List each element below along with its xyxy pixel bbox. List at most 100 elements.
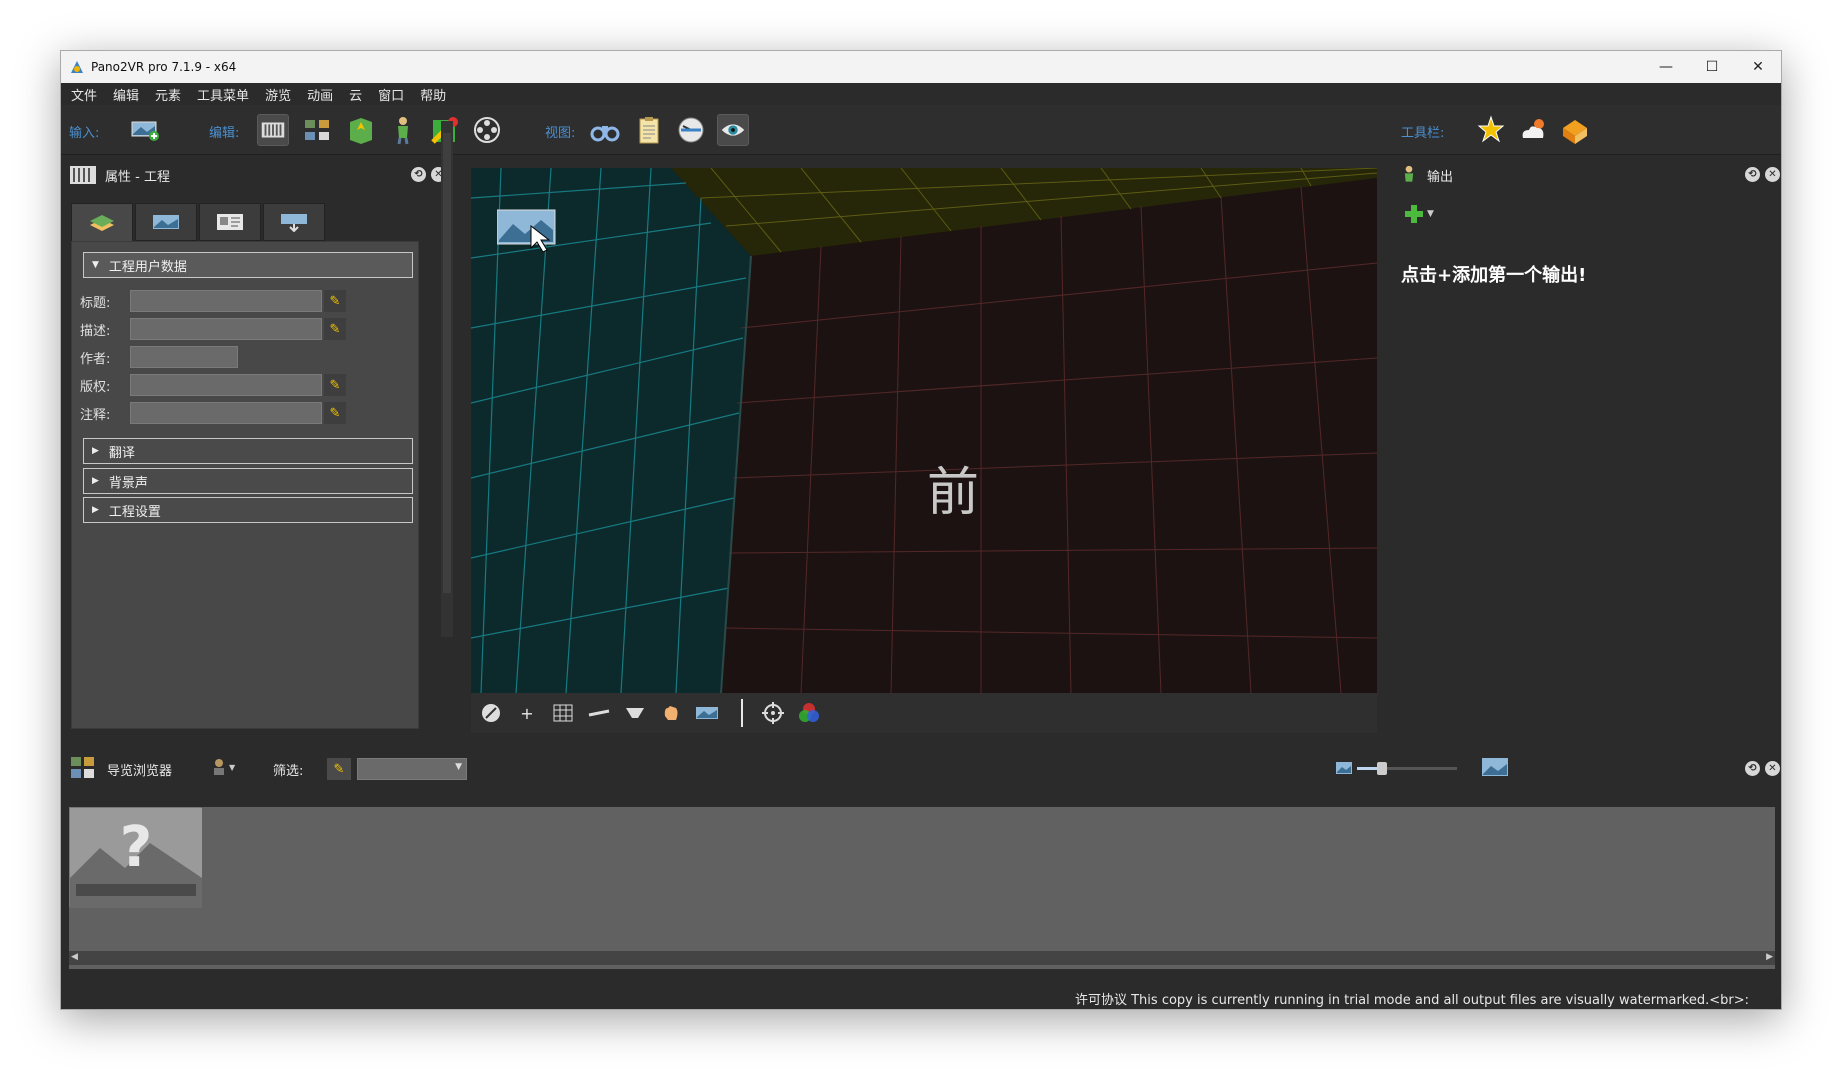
edit-copyright-pencil-icon[interactable]: ✎ bbox=[324, 374, 346, 396]
author-input[interactable] bbox=[130, 346, 238, 368]
section-translation-label: 翻译 bbox=[108, 445, 135, 461]
menu-elements[interactable]: 元素 bbox=[155, 85, 181, 104]
scroll-left-arrow-icon[interactable]: ◀ bbox=[71, 952, 78, 962]
panorama-view-icon[interactable] bbox=[695, 701, 719, 725]
edit-comment-pencil-icon[interactable]: ✎ bbox=[324, 402, 346, 424]
window-title: Pano2VR pro 7.1.9 - x64 bbox=[91, 60, 237, 74]
user-filter-button[interactable]: ▼ bbox=[211, 758, 235, 776]
clipboard-icon[interactable] bbox=[633, 114, 665, 146]
viewing-parameters-icon[interactable] bbox=[257, 114, 289, 146]
toolbar-separator bbox=[741, 699, 743, 727]
compass-icon[interactable] bbox=[479, 701, 503, 725]
section-translation[interactable]: ▶ 翻译 bbox=[83, 438, 413, 464]
output-panel: 输出 ⟲ ✕ ▼ 点击+添加第一个输出! bbox=[1391, 161, 1781, 741]
package-icon[interactable] bbox=[1559, 114, 1591, 146]
patch-bowl-icon[interactable] bbox=[623, 701, 647, 725]
section-project-settings[interactable]: ▶ 工程设置 bbox=[83, 497, 413, 523]
title-input[interactable] bbox=[130, 290, 322, 312]
browser-close-button[interactable]: ✕ bbox=[1765, 761, 1780, 776]
menu-animation[interactable]: 动画 bbox=[307, 85, 333, 104]
tour-browser-icon[interactable] bbox=[301, 114, 333, 146]
scrollbar-thumb[interactable] bbox=[443, 133, 451, 593]
output-panel-float-button[interactable]: ⟲ bbox=[1745, 167, 1760, 182]
properties-tabs bbox=[71, 203, 327, 241]
horizon-level-icon[interactable] bbox=[587, 701, 611, 725]
target-icon[interactable] bbox=[761, 701, 785, 725]
minimize-button[interactable]: — bbox=[1643, 51, 1689, 83]
front-wall bbox=[721, 178, 1377, 693]
add-plus-icon bbox=[1405, 205, 1423, 223]
edit-label: 编辑: bbox=[209, 126, 240, 141]
browser-float-button[interactable]: ⟲ bbox=[1745, 761, 1760, 776]
tab-info[interactable] bbox=[199, 203, 261, 241]
preview-eye-icon[interactable] bbox=[717, 114, 749, 146]
color-channels-icon[interactable] bbox=[797, 701, 821, 725]
cloud-icon[interactable] bbox=[1517, 114, 1549, 146]
missing-image-icon: ? bbox=[70, 808, 202, 908]
tab-panorama[interactable] bbox=[135, 203, 197, 241]
menu-edit[interactable]: 编辑 bbox=[113, 85, 139, 104]
edit-description-pencil-icon[interactable]: ✎ bbox=[324, 318, 346, 340]
collapse-triangle-icon: ▼ bbox=[92, 260, 99, 270]
copyright-input[interactable] bbox=[130, 374, 322, 396]
binoculars-icon[interactable] bbox=[589, 114, 621, 146]
browser-horizontal-scrollbar[interactable]: ◀ ▶ bbox=[69, 951, 1775, 965]
filter-combobox[interactable]: ▼ bbox=[357, 758, 467, 780]
scroll-right-arrow-icon[interactable]: ▶ bbox=[1766, 952, 1773, 962]
tour-browser-header: 导览浏览器 ▼ 筛选: ✎ ▼ ⟲ ✕ bbox=[61, 751, 1781, 785]
crosshair-plus-icon[interactable]: + bbox=[515, 701, 539, 725]
menu-tour[interactable]: 游览 bbox=[265, 85, 291, 104]
add-output-button[interactable]: ▼ bbox=[1403, 203, 1434, 225]
properties-panel-header: 属性 - 工程 bbox=[61, 161, 428, 189]
filter-pencil-icon[interactable]: ✎ bbox=[327, 758, 351, 780]
grid-icon[interactable] bbox=[551, 701, 575, 725]
toolbar-label: 工具栏: bbox=[1401, 126, 1445, 141]
panorama-thumbnail-placeholder[interactable]: ? bbox=[69, 807, 202, 908]
thumbnail-size-slider[interactable] bbox=[1357, 762, 1457, 775]
project-properties-body: ▼ 工程用户数据 标题: ✎ 描述: ✎ 作者: 版权: ✎ 注释: ✎ ▶ 翻… bbox=[71, 241, 419, 729]
large-thumbnail-icon bbox=[1482, 758, 1508, 776]
menu-window[interactable]: 窗口 bbox=[378, 85, 404, 104]
menu-file[interactable]: 文件 bbox=[71, 85, 97, 104]
maximize-button[interactable]: ☐ bbox=[1689, 51, 1735, 83]
add-panorama-icon[interactable] bbox=[129, 114, 161, 146]
properties-panel-title: 属性 - 工程 bbox=[105, 169, 170, 185]
output-panel-close-button[interactable]: ✕ bbox=[1765, 167, 1780, 182]
menu-tools[interactable]: 工具菜单 bbox=[197, 85, 249, 104]
cube-grid-view bbox=[471, 168, 1377, 693]
menu-cloud[interactable]: 云 bbox=[349, 85, 362, 104]
section-project-userdata-label: 工程用户数据 bbox=[108, 259, 187, 275]
hand-pan-icon[interactable] bbox=[659, 701, 683, 725]
description-input[interactable] bbox=[130, 318, 322, 340]
panel-float-button[interactable]: ⟲ bbox=[411, 167, 426, 182]
input-label: 输入: bbox=[69, 126, 100, 141]
comment-input[interactable] bbox=[130, 402, 322, 424]
gauge-icon[interactable] bbox=[675, 114, 707, 146]
tour-map-icon[interactable] bbox=[345, 114, 377, 146]
expand-triangle-icon: ▶ bbox=[92, 446, 99, 456]
user-icon bbox=[214, 759, 224, 775]
tab-output[interactable] bbox=[263, 203, 325, 241]
section-background-sound[interactable]: ▶ 背景声 bbox=[83, 468, 413, 494]
hotspot-person-icon[interactable] bbox=[387, 114, 419, 146]
panorama-icon bbox=[153, 215, 179, 229]
info-card-icon bbox=[217, 214, 243, 230]
tour-browser-title: 导览浏览器 bbox=[107, 764, 173, 779]
pano2vr-logo-icon bbox=[71, 61, 83, 73]
status-bar: 许可协议 This copy is currently running in t… bbox=[61, 983, 1781, 1009]
tab-project[interactable] bbox=[71, 203, 133, 241]
menu-help[interactable]: 帮助 bbox=[420, 85, 446, 104]
copyright-label: 版权: bbox=[80, 379, 111, 395]
section-project-userdata[interactable]: ▼ 工程用户数据 bbox=[83, 252, 413, 278]
view-label: 视图: bbox=[545, 126, 576, 141]
close-button[interactable]: ✕ bbox=[1735, 51, 1781, 83]
dropdown-arrow-icon: ▼ bbox=[229, 762, 236, 772]
output-panel-title: 输出 bbox=[1427, 169, 1454, 185]
author-field-row: 作者: bbox=[80, 346, 238, 368]
edit-title-pencil-icon[interactable]: ✎ bbox=[324, 290, 346, 312]
slider-handle[interactable] bbox=[1377, 762, 1387, 775]
film-reel-icon[interactable] bbox=[471, 114, 503, 146]
panorama-viewport[interactable]: 前 bbox=[471, 168, 1377, 693]
properties-scrollbar[interactable] bbox=[441, 121, 453, 637]
star-person-icon[interactable] bbox=[1475, 114, 1507, 146]
